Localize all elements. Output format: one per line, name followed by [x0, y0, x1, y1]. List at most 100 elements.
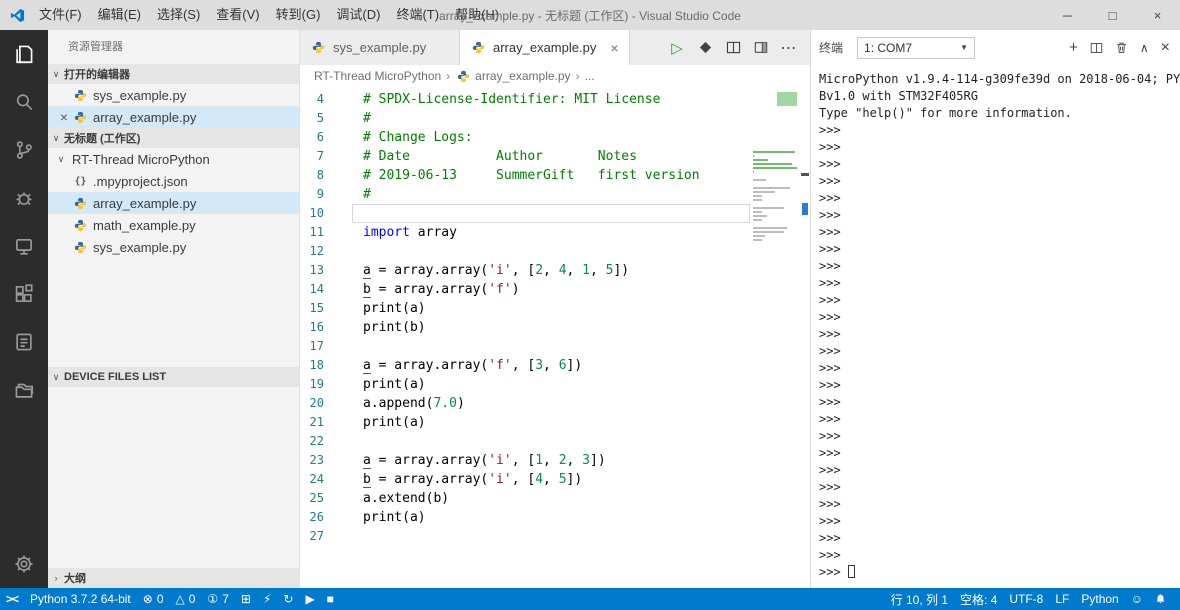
menu-item[interactable]: 查看(V): [208, 0, 267, 30]
code-line[interactable]: 18 a = array.array('f', [3, 6]): [300, 356, 750, 375]
code-line[interactable]: 14 b = array.array('f'): [300, 280, 750, 299]
tree-item-file[interactable]: array_example.py: [48, 192, 299, 214]
line-number[interactable]: 15: [300, 299, 338, 318]
search-icon[interactable]: [0, 78, 48, 126]
line-number[interactable]: 7: [300, 147, 338, 166]
breadcrumb-item[interactable]: ...: [585, 69, 595, 83]
tree-item-file[interactable]: {} .mpyproject.json: [48, 170, 299, 192]
terminal-selector-dropdown[interactable]: 1: COM7 ▼: [857, 36, 976, 59]
line-number[interactable]: 6: [300, 128, 338, 147]
line-number[interactable]: 16: [300, 318, 338, 337]
code-line[interactable]: 16 print(b): [300, 318, 750, 337]
python-interpreter[interactable]: Python 3.7.2 64-bit: [24, 588, 137, 610]
run-button[interactable]: ▶: [299, 588, 320, 610]
minimize-button[interactable]: ─: [1045, 0, 1090, 30]
code-line[interactable]: 20 a.append(7.0): [300, 394, 750, 413]
line-number[interactable]: 9: [300, 185, 338, 204]
kill-terminal-trash-icon[interactable]: [1115, 41, 1128, 54]
tree-item-file[interactable]: sys_example.py: [48, 236, 299, 258]
menu-item[interactable]: 编辑(E): [90, 0, 149, 30]
feedback-button[interactable]: ☺: [1125, 588, 1149, 610]
split-editor-icon[interactable]: [748, 35, 774, 61]
line-number[interactable]: 26: [300, 508, 338, 527]
code-line[interactable]: 24 b = array.array('i', [4, 5]): [300, 470, 750, 489]
terminal-output[interactable]: MicroPython v1.9.4-114-g309fe39d on 2018…: [811, 65, 1180, 588]
line-number[interactable]: 11: [300, 223, 338, 242]
line-number[interactable]: 5: [300, 109, 338, 128]
line-number[interactable]: 10: [300, 204, 338, 223]
device-icon[interactable]: [0, 222, 48, 270]
run-python-file-button[interactable]: ▷: [664, 35, 690, 61]
debug-icon[interactable]: [0, 174, 48, 222]
device-files-section-header[interactable]: ∨ DEVICE FILES LIST: [48, 367, 299, 387]
code-line[interactable]: 19 print(a): [300, 375, 750, 394]
line-number[interactable]: 14: [300, 280, 338, 299]
tree-item-folder[interactable]: ∨ RT-Thread MicroPython: [48, 148, 299, 170]
notes-icon[interactable]: [0, 318, 48, 366]
sync-button[interactable]: ↻: [277, 588, 299, 610]
encoding[interactable]: UTF-8: [1003, 588, 1049, 610]
code-line[interactable]: 12: [300, 242, 750, 261]
code-line[interactable]: 15 print(a): [300, 299, 750, 318]
menu-item[interactable]: 调试(D): [328, 0, 388, 30]
line-number[interactable]: 19: [300, 375, 338, 394]
line-number[interactable]: 21: [300, 413, 338, 432]
extensions-icon[interactable]: [0, 270, 48, 318]
line-number[interactable]: 17: [300, 337, 338, 356]
cursor-position[interactable]: 行 10, 列 1: [885, 588, 954, 610]
language-mode[interactable]: Python: [1075, 588, 1124, 610]
notifications-count[interactable]: ①7: [201, 588, 234, 610]
new-terminal-icon[interactable]: +: [1069, 39, 1078, 56]
line-number[interactable]: 22: [300, 432, 338, 451]
source-control-icon[interactable]: [0, 126, 48, 174]
menu-item[interactable]: 转到(G): [268, 0, 329, 30]
minimap[interactable]: [750, 90, 800, 588]
line-number[interactable]: 4: [300, 90, 338, 109]
line-number[interactable]: 23: [300, 451, 338, 470]
code-line[interactable]: 26 print(a): [300, 508, 750, 527]
code-line[interactable]: 4 # SPDX-License-Identifier: MIT License: [300, 90, 750, 109]
code-line[interactable]: 13 a = array.array('i', [2, 4, 1, 5]): [300, 261, 750, 280]
indentation[interactable]: 空格: 4: [954, 588, 1003, 610]
problems-errors[interactable]: ⊗ 0: [137, 588, 170, 610]
code-line[interactable]: 11 import array: [300, 223, 750, 242]
maximize-panel-chevron-icon[interactable]: ∧: [1140, 41, 1149, 55]
workspace-section-header[interactable]: ∨ 无标题 (工作区): [48, 128, 299, 148]
menu-item[interactable]: 文件(F): [31, 0, 90, 30]
open-preview-icon[interactable]: [720, 35, 746, 61]
breadcrumb-item[interactable]: RT-Thread MicroPython: [314, 69, 441, 83]
download-board-button[interactable]: ⊞: [235, 588, 257, 610]
close-icon[interactable]: ×: [56, 109, 72, 125]
explorer-icon[interactable]: [0, 30, 48, 78]
line-number[interactable]: 24: [300, 470, 338, 489]
more-actions-icon[interactable]: ⋯: [776, 35, 802, 61]
open-editor-item[interactable]: × array_example.py: [48, 106, 299, 128]
close-icon[interactable]: ×: [602, 40, 618, 56]
outline-section-header[interactable]: › 大纲: [48, 568, 299, 588]
menu-item[interactable]: 选择(S): [149, 0, 208, 30]
split-terminal-icon[interactable]: [1090, 42, 1103, 54]
editor-tab[interactable]: sys_example.py×: [300, 30, 460, 65]
code-line[interactable]: 17: [300, 337, 750, 356]
line-number[interactable]: 25: [300, 489, 338, 508]
code-editor[interactable]: 4 # SPDX-License-Identifier: MIT License 5…: [300, 87, 810, 588]
editor-tab[interactable]: array_example.py ×: [460, 30, 630, 65]
open-editor-item[interactable]: sys_example.py: [48, 84, 299, 106]
problems-warnings[interactable]: △ 0: [170, 588, 202, 610]
line-number[interactable]: 12: [300, 242, 338, 261]
code-line[interactable]: 5 #: [300, 109, 750, 128]
line-number[interactable]: 18: [300, 356, 338, 375]
notifications-bell[interactable]: [1149, 588, 1172, 610]
line-number[interactable]: 13: [300, 261, 338, 280]
code-line[interactable]: 10: [300, 204, 750, 223]
folder-library-icon[interactable]: [0, 366, 48, 414]
code-line[interactable]: 6 # Change Logs:: [300, 128, 750, 147]
line-number[interactable]: 27: [300, 527, 338, 546]
close-button[interactable]: ×: [1135, 0, 1180, 30]
tree-item-file[interactable]: math_example.py: [48, 214, 299, 236]
code-line[interactable]: 23 a = array.array('i', [1, 2, 3]): [300, 451, 750, 470]
code-line[interactable]: 25 a.extend(b): [300, 489, 750, 508]
remote-indicator[interactable]: ><: [0, 588, 24, 610]
settings-gear-icon[interactable]: [0, 540, 48, 588]
code-line[interactable]: 22: [300, 432, 750, 451]
